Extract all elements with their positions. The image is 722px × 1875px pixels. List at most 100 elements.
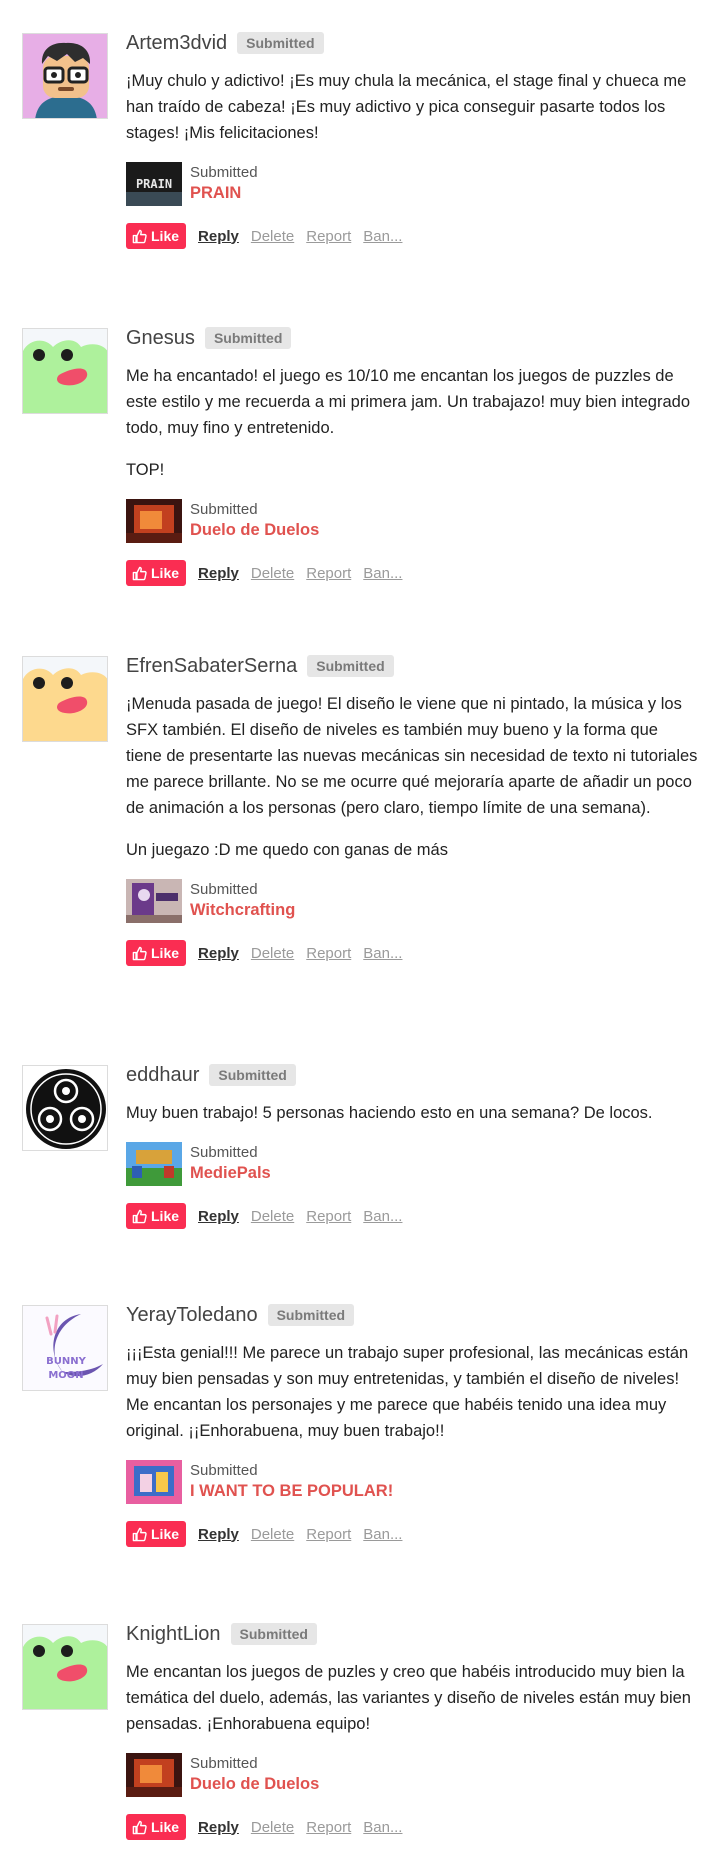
thumbs-up-icon (132, 1820, 147, 1835)
delete-link[interactable]: Delete (251, 1526, 294, 1543)
status-badge: Submitted (267, 1304, 355, 1326)
game-title-link[interactable]: Duelo de Duelos (190, 1773, 319, 1795)
submitted-label: Submitted (190, 501, 258, 518)
avatar-logo-text: MOON (48, 1370, 83, 1381)
comment-text: Me encantan los juegos de puzles y creo … (126, 1659, 698, 1737)
comment-paragraph: Muy buen trabajo! 5 personas haciendo es… (126, 1104, 653, 1122)
like-label: Like (151, 565, 180, 581)
status-badge: Submitted (209, 1064, 296, 1086)
report-link[interactable]: Report (306, 1526, 351, 1543)
thumbs-up-icon (132, 566, 147, 581)
delete-link[interactable]: Delete (251, 945, 294, 962)
comment-body: EfrenSabaterSerna Submitted ¡Menuda pasa… (126, 651, 698, 967)
submitted-label: Submitted (190, 164, 258, 181)
like-label: Like (151, 228, 180, 244)
game-title-link[interactable]: Witchcrafting (190, 899, 295, 921)
avatar[interactable]: BUNNY MOON (22, 1305, 108, 1391)
reply-link[interactable]: Reply (198, 1526, 239, 1543)
like-button[interactable]: Like (126, 1814, 187, 1840)
report-link[interactable]: Report (306, 1208, 351, 1225)
cartoon-character-avatar (23, 34, 107, 118)
game-thumbnail[interactable] (126, 1753, 182, 1797)
submission: Submitted I WANT TO BE POPULAR! (126, 1460, 698, 1504)
game-title-link[interactable]: PRAIN (190, 182, 258, 204)
game-title-link[interactable]: Duelo de Duelos (190, 519, 319, 541)
ban-link[interactable]: Ban... (363, 945, 402, 962)
author-name[interactable]: EfrenSabaterSerna (126, 655, 297, 678)
author-name[interactable]: Artem3dvid (126, 32, 227, 55)
game-thumbnail[interactable] (126, 879, 182, 923)
comment-actions: Like Reply Delete Report Ban... (126, 559, 698, 587)
author-name[interactable]: KnightLion (126, 1623, 221, 1646)
thumbs-up-icon (132, 1527, 147, 1542)
report-link[interactable]: Report (306, 1819, 351, 1836)
reply-link[interactable]: Reply (198, 1819, 239, 1836)
submitted-label: Submitted (190, 1144, 258, 1161)
like-button[interactable]: Like (126, 223, 187, 249)
game-thumbnail[interactable] (126, 499, 182, 543)
comment-actions: Like Reply Delete Report Ban... (126, 222, 698, 250)
reply-link[interactable]: Reply (198, 945, 239, 962)
author-name[interactable]: Gnesus (126, 327, 195, 350)
ban-link[interactable]: Ban... (363, 1819, 402, 1836)
game-thumbnail[interactable] (126, 1142, 182, 1186)
status-badge: Submitted (237, 32, 324, 54)
thumbs-up-icon (132, 946, 147, 961)
comment-paragraph: TOP! (126, 461, 165, 479)
like-button[interactable]: Like (126, 940, 187, 966)
like-button[interactable]: Like (126, 1203, 187, 1229)
green-frog-avatar (23, 329, 107, 413)
game-title-link[interactable]: MediePals (190, 1162, 271, 1184)
comment-body: Artem3dvid Submitted ¡Muy chulo y adicti… (126, 28, 698, 250)
comment-text: Me ha encantado! el juego es 10/10 me en… (126, 363, 698, 483)
report-link[interactable]: Report (306, 945, 351, 962)
ban-link[interactable]: Ban... (363, 565, 402, 582)
submission: Submitted Duelo de Duelos (126, 1753, 698, 1797)
comment-paragraph: ¡¡¡Esta genial!!! Me parece un trabajo s… (126, 1344, 689, 1440)
like-button[interactable]: Like (126, 1521, 187, 1547)
avatar[interactable] (22, 1624, 108, 1710)
report-link[interactable]: Report (306, 228, 351, 245)
comment-text: ¡Muy chulo y adictivo! ¡Es muy chula la … (126, 68, 698, 146)
submission: Submitted MediePals (126, 1142, 698, 1186)
ban-link[interactable]: Ban... (363, 228, 402, 245)
comment-actions: Like Reply Delete Report Ban... (126, 939, 698, 967)
comment-body: Gnesus Submitted Me ha encantado! el jue… (126, 323, 698, 587)
triskelion-avatar (23, 1066, 107, 1150)
submission: Submitted Duelo de Duelos (126, 499, 698, 543)
game-thumbnail[interactable] (126, 1460, 182, 1504)
ban-link[interactable]: Ban... (363, 1526, 402, 1543)
yellow-frog-avatar (23, 657, 107, 741)
thumbnail-text: PRAIN (136, 177, 172, 191)
game-thumbnail[interactable]: PRAIN (126, 162, 182, 206)
status-badge: Submitted (230, 1623, 317, 1645)
bunny-moon-avatar: BUNNY MOON (23, 1306, 107, 1390)
reply-link[interactable]: Reply (198, 228, 239, 245)
delete-link[interactable]: Delete (251, 1819, 294, 1836)
report-link[interactable]: Report (306, 565, 351, 582)
reply-link[interactable]: Reply (198, 1208, 239, 1225)
game-title-link[interactable]: I WANT TO BE POPULAR! (190, 1480, 393, 1502)
like-label: Like (151, 1819, 180, 1835)
delete-link[interactable]: Delete (251, 228, 294, 245)
avatar[interactable] (22, 328, 108, 414)
delete-link[interactable]: Delete (251, 565, 294, 582)
author-name[interactable]: eddhaur (126, 1064, 199, 1087)
comment-paragraph: ¡Menuda pasada de juego! El diseño le vi… (126, 695, 698, 817)
author-name[interactable]: YerayToledano (126, 1304, 258, 1327)
ban-link[interactable]: Ban... (363, 1208, 402, 1225)
comment-text: ¡¡¡Esta genial!!! Me parece un trabajo s… (126, 1340, 698, 1444)
reply-link[interactable]: Reply (198, 565, 239, 582)
delete-link[interactable]: Delete (251, 1208, 294, 1225)
avatar-logo-text: BUNNY (46, 1356, 86, 1367)
comment-body: eddhaur Submitted Muy buen trabajo! 5 pe… (126, 1060, 698, 1230)
status-badge: Submitted (307, 655, 394, 677)
avatar[interactable] (22, 33, 108, 119)
like-button[interactable]: Like (126, 560, 187, 586)
comment-text: Muy buen trabajo! 5 personas haciendo es… (126, 1100, 698, 1126)
avatar[interactable] (22, 656, 108, 742)
submitted-label: Submitted (190, 881, 258, 898)
comment-text: ¡Menuda pasada de juego! El diseño le vi… (126, 691, 698, 863)
submitted-label: Submitted (190, 1462, 258, 1479)
avatar[interactable] (22, 1065, 108, 1151)
